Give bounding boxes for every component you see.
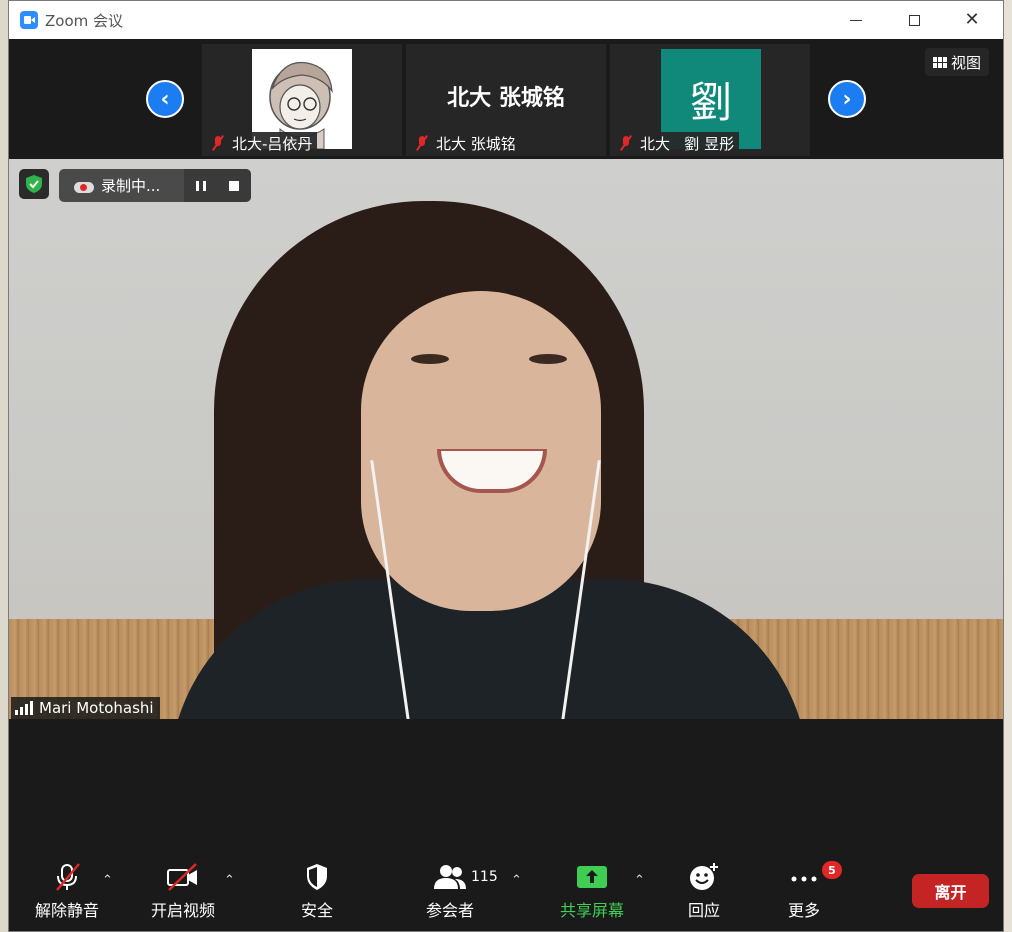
participant-name: 北大 张城铭 [436, 134, 516, 153]
more-dots-icon [789, 861, 819, 893]
participants-options-caret-icon[interactable]: ⌃ [511, 873, 522, 888]
emoji-add-icon [688, 861, 720, 893]
leave-button[interactable]: 离开 [912, 874, 989, 908]
zoom-app-icon [20, 11, 38, 29]
speaker-name-label: Mari Motohashi [11, 697, 160, 719]
shield-icon [304, 861, 330, 893]
recording-label: 录制中... [101, 177, 161, 195]
close-icon: ✕ [964, 9, 980, 30]
view-button[interactable]: 视图 [925, 48, 990, 76]
participants-button[interactable]: 参会者 [426, 861, 474, 921]
encryption-shield-button[interactable] [19, 169, 49, 199]
gallery-prev-button[interactable]: ‹ [146, 80, 184, 118]
muted-mic-icon [52, 861, 82, 893]
notification-badge: 5 [822, 861, 842, 879]
maximize-icon [908, 14, 920, 26]
pause-icon[interactable] [195, 180, 206, 191]
stop-icon[interactable] [229, 180, 240, 191]
meeting-toolbar: 解除静音 ⌃ 开启视频 ⌃ 安全 参会者 115 ⌃ 共享屏幕 ⌃ 回应 更多 … [9, 851, 1003, 931]
avatar-name-text: 北大 张城铭 [447, 86, 565, 111]
audio-options-caret-icon[interactable]: ⌃ [102, 873, 113, 888]
recording-indicator: 录制中... [59, 169, 251, 202]
participants-label: 参会者 [426, 901, 475, 920]
window-title: Zoom 会议 [45, 11, 124, 30]
chevron-left-icon: ‹ [160, 86, 170, 112]
signal-strength-icon [15, 701, 33, 715]
participant-name: 北大-吕依丹 [232, 134, 313, 153]
title-bar: Zoom 会议 ✕ [9, 1, 1003, 39]
participants-icon [433, 861, 467, 893]
speaker-eye [411, 354, 449, 364]
maximize-button[interactable] [885, 1, 943, 39]
participant-name: 北大 劉 昱彤 [640, 134, 735, 153]
participants-count: 115 [471, 869, 498, 885]
view-label: 视图 [951, 53, 982, 72]
more-button[interactable]: 更多 [788, 861, 820, 921]
security-button[interactable]: 安全 [301, 861, 333, 921]
gallery-next-button[interactable]: › [828, 80, 866, 118]
share-screen-button[interactable]: 共享屏幕 [560, 861, 624, 921]
gallery-strip: ‹ 北大-吕依丹 北大 张城铭 北大 张城铭 劉 北大 劉 昱彤 › 视图 [9, 39, 1003, 159]
chevron-right-icon: › [842, 86, 852, 112]
cloud-record-icon [74, 179, 94, 193]
participant-tile[interactable]: 北大 张城铭 北大 张城铭 [406, 44, 606, 156]
close-button[interactable]: ✕ [943, 1, 1001, 39]
shield-check-icon [26, 175, 42, 193]
zoom-window: Zoom 会议 ✕ ‹ 北大-吕依丹 北大 张城铭 北大 张城铭 劉 北大 劉 … [8, 0, 1004, 932]
more-label: 更多 [788, 901, 821, 920]
share-options-caret-icon[interactable]: ⌃ [634, 873, 645, 888]
video-options-caret-icon[interactable]: ⌃ [224, 873, 235, 888]
speaker-name: Mari Motohashi [39, 699, 154, 717]
participant-name-label: 北大-吕依丹 [206, 132, 318, 154]
start-video-button[interactable]: 开启视频 [151, 861, 215, 921]
reactions-button[interactable]: 回应 [688, 861, 720, 921]
participant-tile[interactable]: 北大-吕依丹 [202, 44, 402, 156]
unmute-button[interactable]: 解除静音 [35, 861, 99, 921]
grid-view-icon [933, 56, 947, 68]
participant-name-label: 北大 劉 昱彤 [614, 132, 740, 154]
share-screen-icon [576, 861, 608, 893]
reactions-label: 回应 [688, 901, 721, 920]
desktop-left-edge [0, 0, 8, 932]
muted-mic-icon [210, 135, 226, 151]
active-speaker-video: 录制中... Mari Motohashi [9, 159, 1003, 719]
security-label: 安全 [301, 901, 334, 920]
minimize-icon [850, 19, 862, 21]
unmute-label: 解除静音 [35, 901, 100, 920]
speaker-eye [529, 354, 567, 364]
start-video-label: 开启视频 [151, 901, 216, 920]
recording-controls [184, 169, 251, 202]
video-off-icon [166, 861, 200, 893]
minimize-button[interactable] [827, 1, 885, 39]
share-screen-label: 共享屏幕 [560, 901, 625, 920]
muted-mic-icon [618, 135, 634, 151]
muted-mic-icon [414, 135, 430, 151]
participant-tile[interactable]: 劉 北大 劉 昱彤 [610, 44, 810, 156]
desktop-right-edge [1004, 0, 1012, 932]
participant-name-label: 北大 张城铭 [410, 132, 521, 154]
